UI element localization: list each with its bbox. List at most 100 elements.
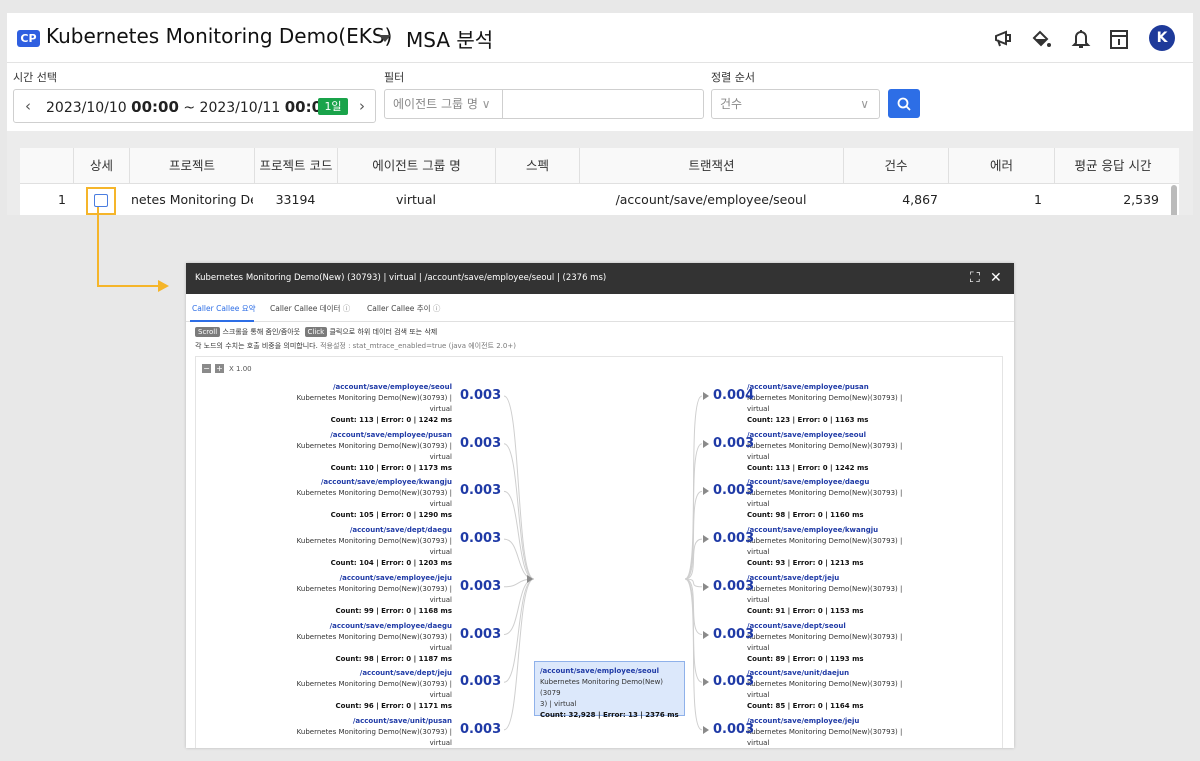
row-transaction: /account/save/employee/seoul [615,192,807,207]
sort-select[interactable]: 건수 ∨ [711,89,880,119]
callee-node-path: /account/save/dept/jeju [747,573,840,582]
callee-node[interactable]: /account/save/dept/jeju Kubernetes Monito… [747,573,977,617]
caller-node[interactable]: /account/save/employee/jeju Kubernetes Mo… [222,573,452,617]
callee-node-desc2: virtual [747,738,770,747]
caller-node-desc: Kubernetes Monitoring Demo(New)(30793) | [296,489,452,498]
filter-type-select[interactable]: 에이전트 그룹 명 ∨ [384,89,503,119]
callee-node[interactable]: /account/save/dept/seoul Kubernetes Monit… [747,621,977,665]
page-title: MSA 분석 [406,28,494,52]
prev-arrow-icon[interactable]: ‹ [25,97,31,115]
callee-node-stat: Count: 89 | Error: 0 | 1193 ms [747,654,864,663]
filter-input[interactable] [502,89,704,119]
megaphone-icon[interactable] [991,26,1017,52]
col-count-header[interactable]: 건수 [843,148,948,184]
tab-caller-callee-data[interactable]: Caller Callee 데이터 ⓘ [270,303,350,314]
caller-node-path: /account/save/dept/daegu [349,526,452,535]
tab-caller-callee-trend[interactable]: Caller Callee 추이 ⓘ [367,303,440,314]
detail-icon [94,194,108,207]
callee-node[interactable]: /account/save/unit/daejun Kubernetes Moni… [747,668,977,712]
graph-link [503,490,535,580]
col-index-header [20,148,73,184]
callee-node-path: /account/save/employee/daegu [747,478,870,487]
paint-bucket-icon[interactable] [1028,26,1054,52]
col-transaction-header[interactable]: 트랜잭션 [579,148,843,184]
callout-arrow-icon [158,280,169,292]
table-scrollbar[interactable] [1171,185,1177,215]
project-dropdown-icon[interactable] [379,35,391,42]
fullscreen-icon[interactable]: ⛶ [970,270,980,286]
center-node[interactable]: /account/save/employee/seoul Kubernetes … [534,661,685,719]
callee-node[interactable]: /account/save/employee/daegu Kubernetes M… [747,477,977,521]
callee-node-desc2: virtual [747,643,770,652]
caller-node-desc2: virtual [429,643,452,652]
col-detail-header[interactable]: 상세 [73,148,129,184]
caller-node[interactable]: /account/save/dept/daegu Kubernetes Monit… [222,525,452,569]
callee-node[interactable]: /account/save/employee/pusan Kubernetes M… [747,382,977,426]
link-arrow-icon [703,582,709,591]
date-range-text[interactable]: 2023/10/10 00:00 ~ 2023/10/11 00:00 [46,98,332,116]
search-icon [897,97,911,111]
caller-node-stat: Count: 110 | Error: 0 | 1173 ms [330,463,452,472]
callee-node-stat: Count: 123 | Error: 0 | 1163 ms [747,416,869,424]
project-title[interactable]: Kubernetes Monitoring Demo(EKS) [46,24,392,48]
period-badge[interactable]: 1일 [318,98,348,115]
next-arrow-icon[interactable]: › [359,97,365,115]
calendar-icon[interactable] [1106,26,1132,52]
active-tab-indicator [190,320,254,322]
caller-node[interactable]: /account/save/employee/seoul Kubernetes M… [222,382,452,426]
caller-node[interactable]: /account/save/employee/daegu Kubernetes M… [222,621,452,665]
col-agent-group-header[interactable]: 에이전트 그룹 명 [337,148,495,184]
link-arrow-icon [703,678,709,687]
tab-caller-callee-summary[interactable]: Caller Callee 요약 [192,303,256,314]
caller-node-desc: Kubernetes Monitoring Demo(New)(30793) | [296,537,452,546]
caller-node[interactable]: /account/save/employee/pusan Kubernetes M… [222,430,452,474]
caller-node-path: /account/save/employee/pusan [330,430,452,439]
caller-node-desc2: virtual [429,548,452,557]
graph-link [503,395,535,580]
col-project-header[interactable]: 프로젝트 [129,148,254,184]
caller-node-desc2: virtual [429,738,452,747]
hint-line: Scroll 스크롤을 통해 줌인/줌아웃 Click 클릭으로 하위 데이터 … [195,327,437,337]
col-error-header[interactable]: 에러 [948,148,1054,184]
col-spec-header[interactable]: 스펙 [495,148,579,184]
close-icon[interactable]: ✕ [990,270,1002,286]
bell-icon[interactable] [1068,26,1094,52]
detail-button[interactable] [86,187,116,215]
date-range-picker[interactable]: ‹ 2023/10/10 00:00 ~ 2023/10/11 00:00 1일… [13,89,376,123]
info-icon: ⓘ [432,304,441,313]
caller-node-desc: Kubernetes Monitoring Demo(New)(30793) | [296,727,452,736]
callee-node[interactable]: /account/save/employee/seoul Kubernetes M… [747,430,977,474]
row-code: 33194 [275,192,316,207]
col-code-header[interactable]: 프로젝트 코드 [254,148,337,184]
cp-badge: CP [17,30,40,47]
callee-node-desc: Kubernetes Monitoring Demo(New)(30793) | [747,489,903,498]
caller-node[interactable]: /account/save/employee/kwangju Kubernetes… [222,477,452,521]
call-graph-canvas[interactable]: − + X 1.00 /account/save/employee/seoul … [195,356,1003,748]
popup-tabs: Caller Callee 요약 Caller Callee 데이터 ⓘ Cal… [186,294,1014,322]
callee-node[interactable]: /account/save/employee/kwangju Kubernetes… [747,525,977,569]
caller-node-desc: Kubernetes Monitoring Demo(New)(30793) | [296,632,452,641]
link-arrow-icon [703,630,709,639]
link-arrow-icon [703,535,709,544]
graph-link [503,538,535,580]
callout-line [97,207,99,286]
col-avg-time-header[interactable]: 평균 응답 시간 [1054,148,1171,184]
callee-node-path: /account/save/employee/seoul [747,430,866,439]
callee-ratio: 0.003 [713,531,755,547]
callee-node-desc2: virtual [747,405,770,413]
callee-node-path: /account/save/unit/daejun [747,669,850,678]
caller-node[interactable]: /account/save/unit/pusan Kubernetes Monit… [222,716,452,748]
caller-ratio: 0.003 [460,578,502,594]
caller-ratio: 0.003 [460,721,502,737]
search-button[interactable] [888,89,920,118]
caller-ratio: 0.003 [460,674,502,690]
callee-ratio: 0.003 [713,674,755,690]
caller-ratio: 0.003 [460,483,502,499]
callee-node[interactable]: /account/save/employee/jeju Kubernetes Mo… [747,716,977,748]
table-row[interactable]: 1 netes Monitoring Demo 33194 virtual /a… [20,185,1179,215]
caller-node-path: /account/save/employee/jeju [339,573,452,582]
callee-node-desc: Kubernetes Monitoring Demo(New)(30793) | [747,537,903,546]
caller-ratio: 0.003 [460,626,502,642]
avatar[interactable]: K [1149,25,1175,51]
caller-node[interactable]: /account/save/dept/jeju Kubernetes Monito… [222,668,452,712]
